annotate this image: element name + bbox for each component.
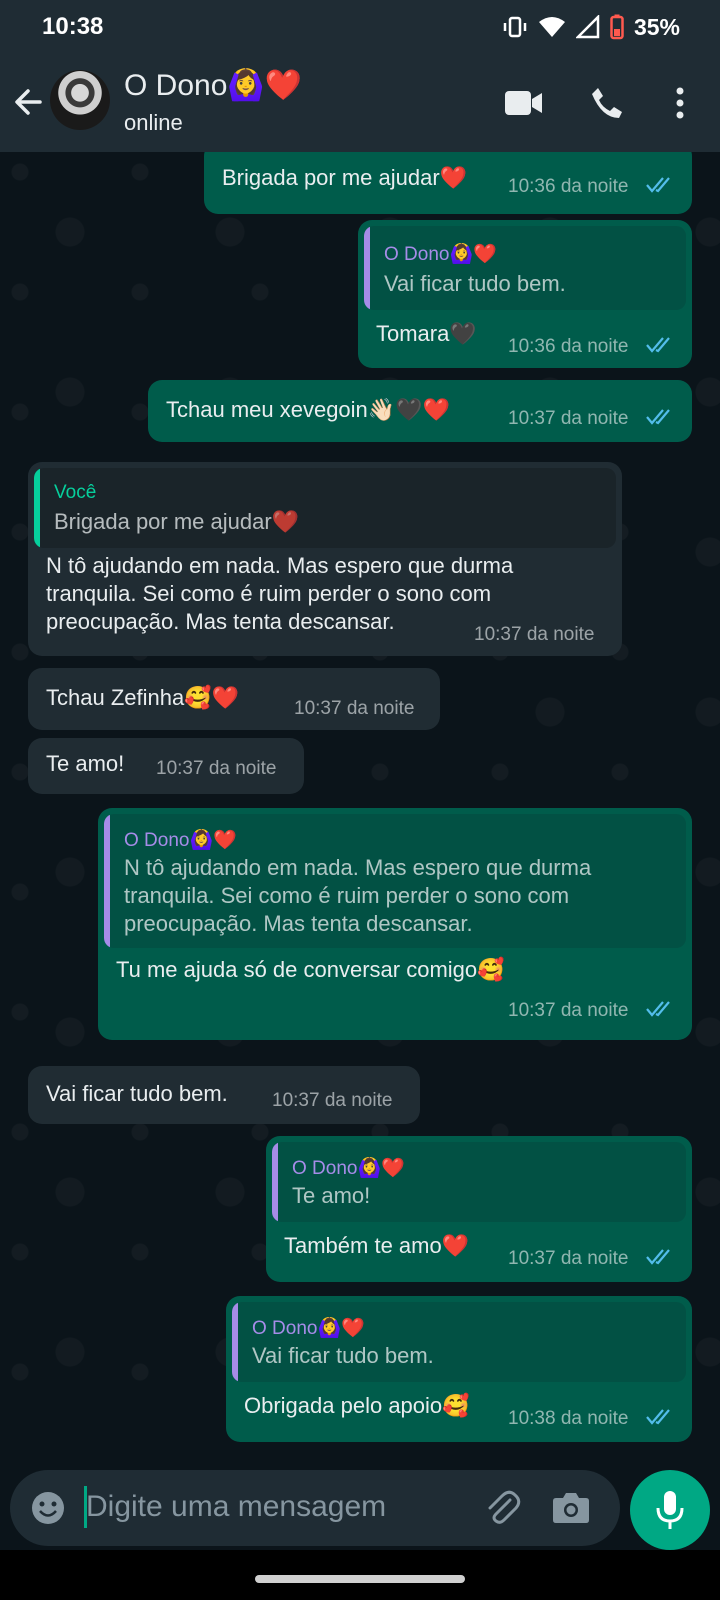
message-text: Vai ficar tudo bem. — [46, 1081, 228, 1106]
read-ticks-icon — [646, 1249, 670, 1265]
quote-text: N tô ajudando em nada. Mas espero que du… — [124, 855, 592, 936]
message-bubble-outgoing[interactable]: O Dono🙆‍♀️❤️ Vai ficar tudo bem. Tomara🖤… — [358, 220, 692, 368]
read-ticks-icon — [646, 1001, 670, 1017]
home-gesture-bar[interactable] — [255, 1575, 465, 1583]
quoted-message[interactable]: O Dono🙆‍♀️❤️ Te amo! — [272, 1142, 686, 1222]
message-time: 10:38 da noite — [508, 1408, 629, 1429]
message-text: N tô ajudando em nada. Mas espero que du… — [46, 553, 514, 634]
quote-author: Você — [54, 482, 97, 503]
message-text: Tchau meu xevegoin👋🏻🖤❤️ — [166, 397, 450, 422]
message-text: Tomara🖤 — [376, 321, 477, 346]
quote-author: O Dono🙆‍♀️❤️ — [292, 1158, 405, 1179]
message-text: Tu me ajuda só de conversar comigo🥰 — [116, 957, 505, 982]
quoted-message[interactable]: Você Brigada por me ajudar❤️ — [34, 468, 616, 548]
vibrate-icon — [503, 16, 527, 38]
read-ticks-icon — [646, 337, 670, 353]
contact-status: online — [124, 110, 183, 135]
message-bubble-outgoing[interactable]: Tchau meu xevegoin👋🏻🖤❤️ 10:37 da noite — [148, 380, 692, 442]
read-ticks-icon — [646, 177, 670, 193]
message-bubble-outgoing[interactable]: Brigada por me ajudar❤️ 10:36 da noite — [204, 152, 692, 214]
message-time: 10:37 da noite — [508, 1000, 629, 1021]
message-bubble-incoming[interactable]: Vai ficar tudo bem. 10:37 da noite — [28, 1066, 420, 1124]
microphone-icon — [656, 1491, 684, 1529]
quote-text: Te amo! — [292, 1183, 371, 1208]
wifi-icon — [538, 17, 565, 37]
quote-text: Brigada por me ajudar❤️ — [54, 509, 300, 534]
camera-icon[interactable] — [552, 1490, 590, 1524]
voice-call-icon[interactable] — [590, 86, 624, 120]
status-time: 10:38 — [42, 13, 104, 40]
message-time: 10:37 da noite — [508, 1248, 629, 1269]
contact-name[interactable]: O Dono🙆‍♀️❤️ — [124, 68, 302, 103]
status-bar: 10:38 35% — [0, 0, 720, 54]
quote-author: O Dono🙆‍♀️❤️ — [124, 830, 237, 851]
emoji-icon[interactable] — [30, 1490, 66, 1526]
message-time: 10:37 da noite — [272, 1090, 393, 1111]
battery-level: 35% — [633, 13, 680, 40]
message-text: Te amo! — [46, 751, 125, 776]
signal-icon — [575, 15, 600, 39]
attach-icon[interactable] — [482, 1488, 522, 1528]
message-time: 10:36 da noite — [508, 336, 629, 357]
contact-avatar[interactable] — [50, 70, 110, 130]
quoted-message[interactable]: O Dono🙆‍♀️❤️ Vai ficar tudo bem. — [364, 226, 686, 310]
message-time: 10:37 da noite — [156, 758, 277, 779]
status-icons: 35% — [502, 12, 680, 42]
message-time: 10:37 da noite — [474, 624, 595, 645]
message-text: Obrigada pelo apoio🥰 — [244, 1393, 470, 1418]
message-text: Tchau Zefinha🥰❤️ — [46, 685, 239, 710]
quote-author: O Dono🙆‍♀️❤️ — [384, 244, 497, 265]
more-options-icon[interactable] — [674, 86, 686, 120]
read-ticks-icon — [646, 409, 670, 425]
chat-area[interactable]: Brigada por me ajudar❤️ 10:36 da noite O… — [0, 152, 720, 1464]
voice-record-button[interactable] — [630, 1470, 710, 1550]
message-composer[interactable]: Digite uma mensagem — [10, 1470, 620, 1546]
quote-text: Vai ficar tudo bem. — [252, 1343, 434, 1368]
back-arrow-icon[interactable] — [10, 84, 46, 120]
message-text: Brigada por me ajudar❤️ — [222, 165, 468, 190]
message-time: 10:37 da noite — [294, 698, 415, 719]
quote-text: Vai ficar tudo bem. — [384, 271, 566, 296]
message-bubble-incoming[interactable]: Tchau Zefinha🥰❤️ 10:37 da noite — [28, 668, 440, 730]
message-text: Também te amo❤️ — [284, 1233, 470, 1258]
message-time: 10:36 da noite — [508, 176, 629, 197]
quoted-message[interactable]: O Dono🙆‍♀️❤️ N tô ajudando em nada. Mas … — [104, 814, 686, 948]
battery-icon — [610, 14, 624, 40]
message-bubble-outgoing[interactable]: O Dono🙆‍♀️❤️ N tô ajudando em nada. Mas … — [98, 808, 692, 1040]
message-bubble-incoming[interactable]: Você Brigada por me ajudar❤️ N tô ajudan… — [28, 462, 622, 656]
message-input[interactable]: Digite uma mensagem — [86, 1490, 386, 1524]
quoted-message[interactable]: O Dono🙆‍♀️❤️ Vai ficar tudo bem. — [232, 1302, 686, 1382]
message-time: 10:37 da noite — [508, 408, 629, 429]
read-ticks-icon — [646, 1409, 670, 1425]
quote-author: O Dono🙆‍♀️❤️ — [252, 1318, 365, 1339]
video-call-icon[interactable] — [504, 88, 544, 118]
message-bubble-outgoing[interactable]: O Dono🙆‍♀️❤️ Te amo! Também te amo❤️ 10:… — [266, 1136, 692, 1282]
message-bubble-incoming[interactable]: Te amo! 10:37 da noite — [28, 738, 304, 794]
message-bubble-outgoing[interactable]: O Dono🙆‍♀️❤️ Vai ficar tudo bem. Obrigad… — [226, 1296, 692, 1442]
chat-header: O Dono🙆‍♀️❤️ online — [0, 54, 720, 152]
